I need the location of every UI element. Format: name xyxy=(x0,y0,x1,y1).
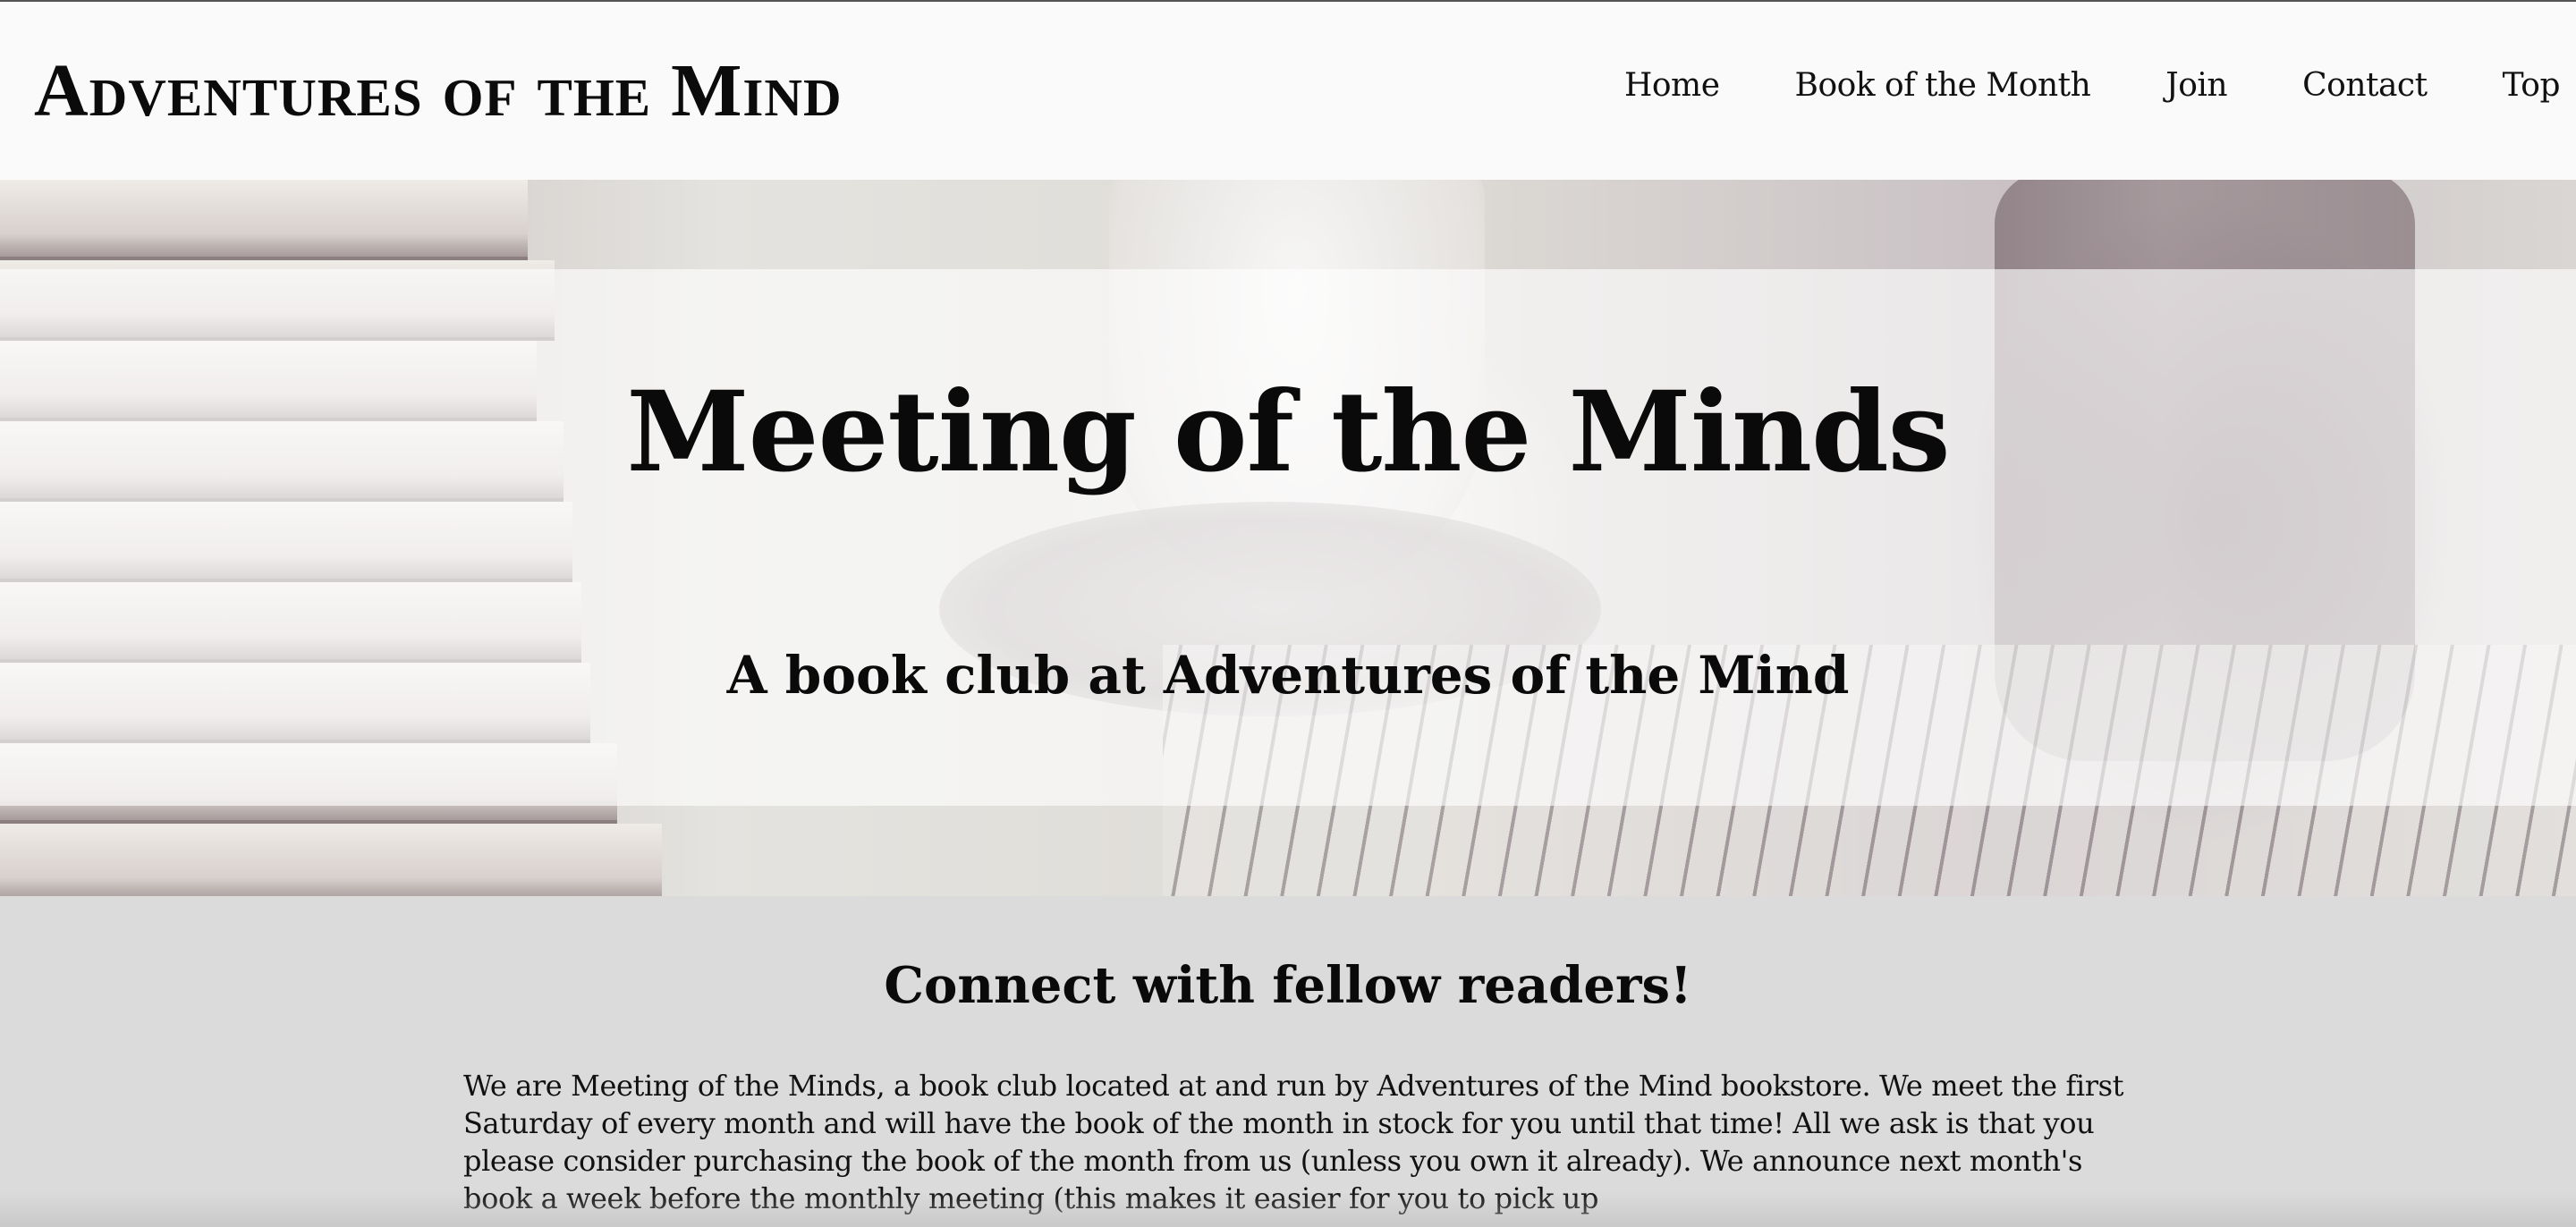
hero-overlay xyxy=(0,269,2576,806)
main-nav: Home Book of the Month Join Contact Top xyxy=(1624,63,2561,109)
book-spine xyxy=(0,180,528,260)
nav-link-home[interactable]: Home xyxy=(1624,67,1720,104)
nav-item-book-of-the-month: Book of the Month xyxy=(1795,63,2091,109)
hero-banner: Meeting of the Minds A book club at Adve… xyxy=(0,180,2576,896)
nav-link-top[interactable]: Top xyxy=(2503,67,2561,104)
nav-item-contact: Contact xyxy=(2302,63,2428,109)
main-content: Connect with fellow readers! We are Meet… xyxy=(0,896,2576,1227)
nav-link-contact[interactable]: Contact xyxy=(2302,67,2428,104)
hero-title: Meeting of the Minds xyxy=(626,368,1950,497)
site-title[interactable]: Adventures of the Mind xyxy=(34,48,843,134)
scroll-fade xyxy=(0,1191,2576,1227)
nav-item-join: Join xyxy=(2165,63,2227,109)
nav-link-book-of-the-month[interactable]: Book of the Month xyxy=(1795,67,2091,104)
book-spine xyxy=(0,824,662,896)
hero-subtitle: A book club at Adventures of the Mind xyxy=(726,645,1850,706)
nav-item-home: Home xyxy=(1624,63,1720,109)
nav-item-top: Top xyxy=(2503,63,2561,109)
site-header: Adventures of the Mind Home Book of the … xyxy=(0,0,2576,180)
nav-link-join[interactable]: Join xyxy=(2165,67,2227,104)
section-heading: Connect with fellow readers! xyxy=(884,956,1692,1015)
